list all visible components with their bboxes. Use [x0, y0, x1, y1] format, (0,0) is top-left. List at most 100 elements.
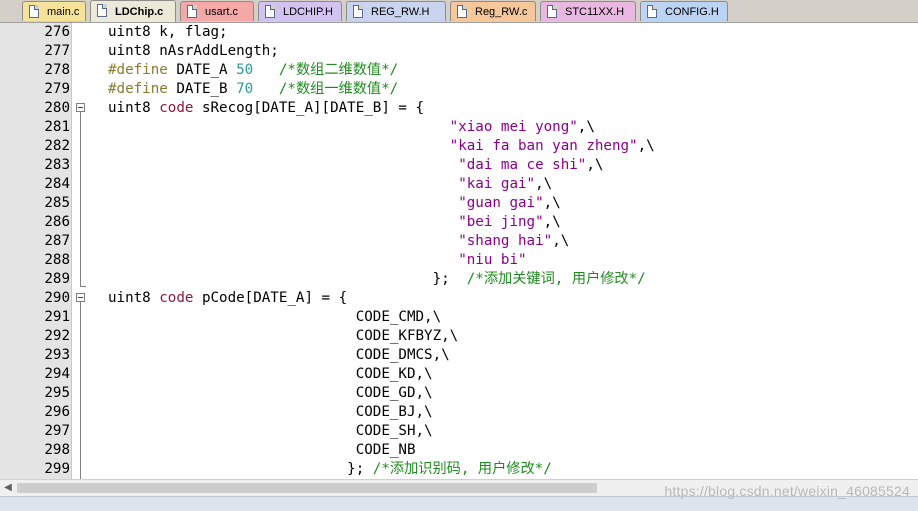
code-token: /*添加识别码, 用户修改*/: [372, 461, 552, 477]
code-line[interactable]: 276 uint8 k, flag;: [0, 23, 918, 42]
code-token: code: [159, 100, 194, 116]
code-token: CODE_SH,\: [108, 423, 433, 439]
code-token: #define: [108, 81, 168, 97]
code-token: CODE_BJ,\: [108, 404, 433, 420]
line-number: 296: [44, 404, 70, 420]
code-text: CODE_BJ,\: [108, 403, 433, 422]
code-line[interactable]: 289 }; /*添加关键词, 用户修改*/: [0, 270, 918, 289]
code-token: code: [159, 290, 194, 306]
fold-end-marker: [80, 286, 86, 287]
code-line[interactable]: 288 "niu bi": [0, 251, 918, 270]
code-text: #define DATE_B 70 /*数组一维数值*/: [108, 80, 398, 99]
code-text: CODE_GD,\: [108, 384, 433, 403]
code-line[interactable]: 285 "guan gai",\: [0, 194, 918, 213]
line-number: 299: [44, 461, 70, 477]
code-text: }; /*添加关键词, 用户修改*/: [108, 270, 646, 289]
code-line[interactable]: 298 CODE_NB: [0, 441, 918, 460]
code-token: uint8: [108, 290, 160, 306]
code-text: uint8 code pCode[DATE_A] = {: [108, 289, 347, 308]
tab-config-h[interactable]: CONFIG.H: [640, 1, 728, 21]
tab-label: Reg_RW.c: [475, 5, 528, 18]
code-text: "xiao mei yong",\: [108, 118, 595, 137]
code-token: CODE_KD,\: [108, 366, 433, 382]
tab-label: LDChip.c: [115, 5, 164, 18]
code-line[interactable]: 282 "kai fa ban yan zheng",\: [0, 137, 918, 156]
code-text: "bei jing",\: [108, 213, 561, 232]
code-token: pCode[DATE_A] = {: [193, 290, 348, 306]
code-token: CODE_DMCS,\: [108, 347, 450, 363]
code-line[interactable]: 280 uint8 code sRecog[DATE_A][DATE_B] = {: [0, 99, 918, 118]
code-text: CODE_DMCS,\: [108, 346, 450, 365]
scrollbar-thumb[interactable]: [17, 483, 597, 493]
fold-toggle-icon[interactable]: [76, 293, 85, 302]
code-token: uint8: [108, 100, 160, 116]
tab-label: REG_RW.H: [371, 5, 430, 18]
line-number: 292: [44, 328, 70, 344]
code-token: DATE_A: [167, 62, 237, 78]
code-token: /*数组一维数值*/: [278, 81, 399, 97]
tab-ldchip-h[interactable]: LDCHIP.H: [258, 1, 342, 21]
code-text: CODE_SH,\: [108, 422, 433, 441]
code-line[interactable]: 295 CODE_GD,\: [0, 384, 918, 403]
line-number: 284: [44, 176, 70, 192]
tab-stc11xx-h[interactable]: STC11XX.H: [540, 1, 636, 21]
file-icon: [265, 5, 275, 18]
tab-label: CONFIG.H: [665, 5, 719, 18]
code-line[interactable]: 294 CODE_KD,\: [0, 365, 918, 384]
code-line[interactable]: 296 CODE_BJ,\: [0, 403, 918, 422]
code-token: 70: [236, 81, 254, 97]
code-token: CODE_CMD,\: [108, 309, 442, 325]
code-token: "kai fa ban yan zheng": [449, 138, 638, 154]
code-line[interactable]: 299 }; /*添加识别码, 用户修改*/: [0, 460, 918, 479]
code-text: CODE_KFBYZ,\: [108, 327, 459, 346]
line-number: 295: [44, 385, 70, 401]
code-line[interactable]: 287 "shang hai",\: [0, 232, 918, 251]
code-text: "shang hai",\: [108, 232, 569, 251]
line-number: 288: [44, 252, 70, 268]
line-number: 293: [44, 347, 70, 363]
line-number: 281: [44, 119, 70, 135]
code-line[interactable]: 284 "kai gai",\: [0, 175, 918, 194]
scroll-left-icon[interactable]: ◀: [2, 482, 14, 494]
code-editor[interactable]: 276 uint8 k, flag; 277 uint8 nAsrAddLength;…: [0, 23, 918, 479]
code-line[interactable]: 291 CODE_CMD,\: [0, 308, 918, 327]
line-number: 279: [44, 81, 70, 97]
code-line[interactable]: 293 CODE_DMCS,\: [0, 346, 918, 365]
file-icon: [29, 5, 39, 18]
code-line[interactable]: 278 #define DATE_A 50 /*数组二维数值*/: [0, 61, 918, 80]
code-line[interactable]: 281 "xiao mei yong",\: [0, 118, 918, 137]
code-line[interactable]: 292 CODE_KFBYZ,\: [0, 327, 918, 346]
line-number: 280: [44, 100, 70, 116]
code-text: "dai ma ce shi",\: [108, 156, 603, 175]
line-number: 276: [44, 24, 70, 40]
code-token: "xiao mei yong": [449, 119, 578, 135]
code-token: /*添加关键词, 用户修改*/: [466, 271, 646, 287]
tab-reg-rw-c[interactable]: Reg_RW.c: [450, 1, 536, 21]
line-number: 283: [44, 157, 70, 173]
fold-toggle-icon[interactable]: [76, 103, 85, 112]
code-token: 50: [236, 62, 254, 78]
code-token: "niu bi": [458, 252, 527, 268]
line-number: 282: [44, 138, 70, 154]
code-token: ,\: [535, 176, 553, 192]
tab-main-c[interactable]: main.c: [22, 1, 86, 21]
code-token: ,\: [543, 195, 561, 211]
file-icon: [97, 4, 107, 17]
code-line[interactable]: 290 uint8 code pCode[DATE_A] = {: [0, 289, 918, 308]
line-number: 287: [44, 233, 70, 249]
code-line[interactable]: 283 "dai ma ce shi",\: [0, 156, 918, 175]
tab-ldchip-c[interactable]: LDChip.c: [90, 0, 176, 22]
tab-reg-rw-h[interactable]: REG_RW.H: [346, 1, 446, 21]
tab-label: STC11XX.H: [565, 5, 625, 18]
code-text: CODE_NB: [108, 441, 416, 460]
code-line[interactable]: 297 CODE_SH,\: [0, 422, 918, 441]
code-line[interactable]: 279 #define DATE_B 70 /*数组一维数值*/: [0, 80, 918, 99]
code-line[interactable]: 277 uint8 nAsrAddLength;: [0, 42, 918, 61]
code-text: "kai gai",\: [108, 175, 552, 194]
code-token: sRecog[DATE_A][DATE_B] = {: [193, 100, 425, 116]
code-line[interactable]: 286 "bei jing",\: [0, 213, 918, 232]
tab-usart-c[interactable]: usart.c: [180, 1, 254, 21]
code-token: "shang hai": [458, 233, 553, 249]
